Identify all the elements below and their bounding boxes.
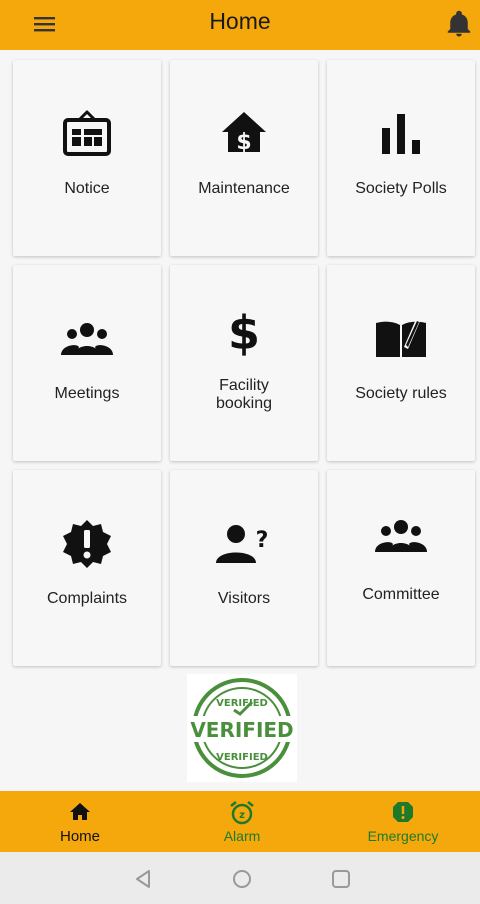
nav-label: Alarm [223,828,261,844]
nav-home[interactable]: Home [0,791,160,852]
svg-text:VERIFIED: VERIFIED [190,718,293,742]
tile-label: Notice [64,180,110,197]
tile-label: Visitors [217,590,271,607]
alert-badge-icon [13,518,161,570]
svg-text:$: $ [236,130,251,155]
alarm-clock-icon: z [162,800,322,825]
tile-label: Complaints [46,590,128,607]
verified-stamp: VERIFIED VERIFIED VERIFIED [187,674,297,782]
tile-label: Society Polls [355,180,447,197]
nav-label: Emergency [367,828,439,844]
group-icon [327,510,475,562]
tile-society-rules[interactable]: Society rules [327,265,475,461]
tile-label: Maintenance [198,180,290,197]
page-title: Home [209,8,271,34]
tile-notice[interactable]: Notice [13,60,161,256]
tile-meetings[interactable]: Meetings [13,265,161,461]
bell-icon[interactable] [444,9,474,39]
dollar-icon: $ [170,305,318,357]
tile-facility-booking[interactable]: $ Facility booking [170,265,318,461]
svg-text:z: z [239,810,245,821]
svg-text:$: $ [228,306,260,357]
tile-complaints[interactable]: Complaints [13,470,161,666]
tile-visitors[interactable]: ? Visitors [170,470,318,666]
svg-text:VERIFIED: VERIFIED [216,698,268,709]
group-icon [13,313,161,365]
nav-emergency[interactable]: Emergency [323,791,480,852]
tile-label: Meetings [54,385,120,402]
tile-society-polls[interactable]: Society Polls [327,60,475,256]
app-bar: Home [0,0,480,50]
tile-committee[interactable]: Committee [327,470,475,666]
svg-text:VERIFIED: VERIFIED [216,752,268,763]
tile-label: Facility booking [215,377,273,412]
tile-label: Committee [362,586,440,603]
bottom-navigation: Home z Alarm Emergency [0,791,480,852]
system-navigation-bar [0,852,480,904]
notice-board-icon [13,108,161,160]
tile-maintenance[interactable]: $ Maintenance [170,60,318,256]
recents-icon[interactable] [330,868,352,890]
nav-alarm[interactable]: z Alarm [162,791,322,852]
home-circle-icon[interactable] [231,868,253,890]
house-dollar-icon: $ [170,108,318,160]
emergency-alert-icon [323,800,480,824]
back-icon[interactable] [132,868,154,890]
svg-text:?: ? [256,528,269,553]
book-icon [327,313,475,365]
tile-label: Society rules [355,385,447,402]
home-icon [0,800,160,824]
person-question-icon: ? [170,518,318,570]
nav-label: Home [59,828,100,845]
bar-chart-icon [327,108,475,160]
